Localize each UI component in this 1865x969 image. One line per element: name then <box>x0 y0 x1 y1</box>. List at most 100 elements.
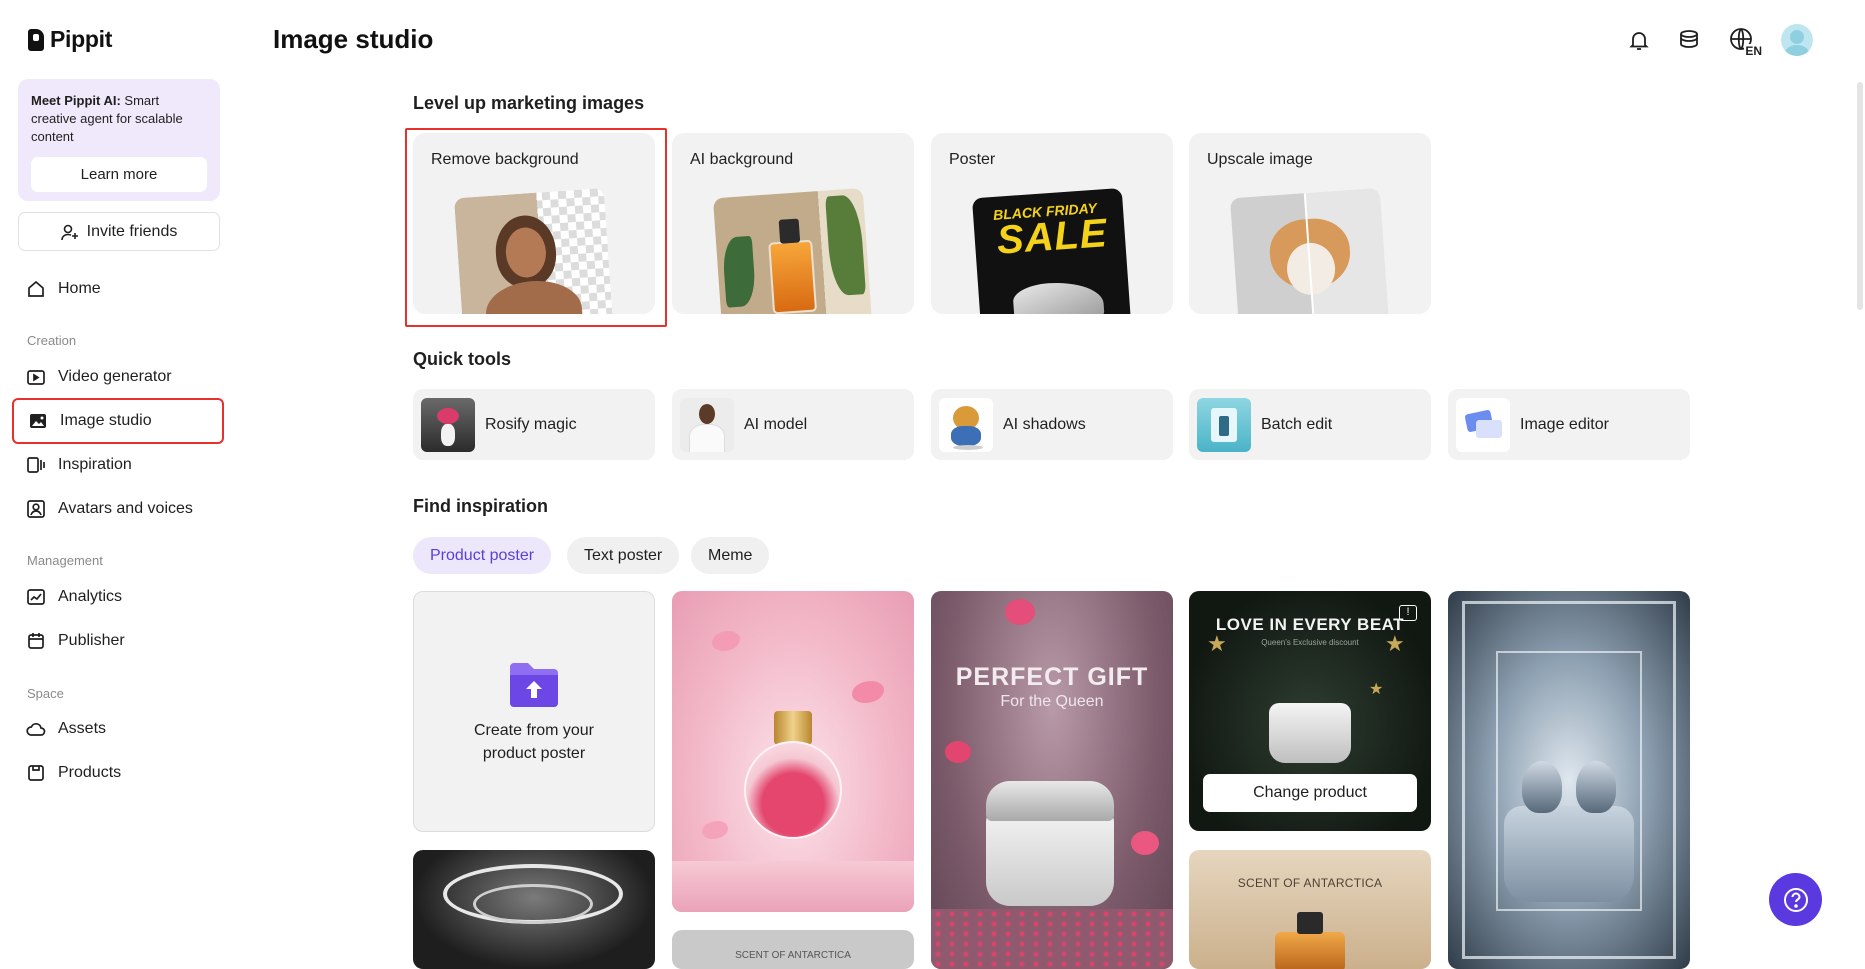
avatar-voice-icon <box>27 500 45 518</box>
earbuds-case-blue <box>1504 806 1634 902</box>
nav-label: Assets <box>58 720 107 737</box>
inspiration-tile-glass-tunnel[interactable] <box>1448 591 1690 969</box>
tool-ai-shadows[interactable]: AI shadows <box>931 389 1173 460</box>
create-from-poster-tile[interactable]: Create from your product poster <box>413 591 655 832</box>
poster-line-2: SALE <box>995 211 1109 263</box>
create-text: Create from your product poster <box>473 721 595 762</box>
header-actions: EN <box>1625 24 1813 58</box>
upscale-image-card[interactable]: Upscale image <box>1189 133 1431 314</box>
teddy-body <box>951 425 981 446</box>
ai-background-preview <box>712 187 874 314</box>
sneaker-image <box>1012 279 1105 314</box>
perfect-gift-title: PERFECT GIFT <box>955 663 1149 691</box>
notifications-button[interactable] <box>1625 26 1653 54</box>
gold-star-3: ★ <box>1369 681 1384 698</box>
invite-friends-button[interactable]: Invite friends <box>18 212 220 251</box>
image-sparkle-icon <box>30 414 46 428</box>
tool-label: Batch edit <box>1261 415 1333 433</box>
ai-shadows-thumbnail <box>939 397 993 452</box>
section-title-quick-tools: Quick tools <box>413 349 512 369</box>
earbuds-lid <box>986 781 1114 821</box>
pink-reflection <box>672 861 914 912</box>
model-head <box>699 403 715 424</box>
page-title: Image studio <box>273 24 434 54</box>
change-product-button[interactable]: Change product <box>1203 774 1417 812</box>
tool-image-editor[interactable]: Image editor <box>1448 389 1690 460</box>
earbuds-case <box>986 806 1114 906</box>
nav-label: Video generator <box>58 368 172 385</box>
rose-bouquet <box>437 407 459 424</box>
petal-floor <box>931 909 1173 969</box>
earbud-left <box>1522 761 1562 813</box>
nav-image-studio[interactable]: Image studio <box>12 398 224 444</box>
credits-button[interactable] <box>1675 26 1703 54</box>
chip-text-poster[interactable]: Text poster <box>567 537 680 574</box>
ai-background-card[interactable]: AI background <box>672 133 914 314</box>
nav-video-generator[interactable]: Video generator <box>12 356 224 398</box>
selection-highlight <box>405 128 667 327</box>
nav-label: Home <box>58 280 101 297</box>
home-icon <box>28 280 44 297</box>
nav-publisher[interactable]: Publisher <box>12 620 224 662</box>
chip-product-poster[interactable]: Product poster <box>413 537 552 574</box>
model-shirt <box>689 423 725 452</box>
user-avatar[interactable] <box>1781 24 1813 56</box>
nav-avatars-voices[interactable]: Avatars and voices <box>12 488 224 530</box>
brand-logo[interactable]: Pippit <box>28 26 112 53</box>
inspiration-tile-love-beat[interactable]: LOVE IN EVERY BEAT Queen's Exclusive dis… <box>1189 591 1431 831</box>
nav-label: Publisher <box>58 632 125 649</box>
inspiration-tile-antarctica-small[interactable]: SCENT OF ANTARCTICA <box>672 930 914 969</box>
tool-ai-model[interactable]: AI model <box>672 389 914 460</box>
tool-label: AI model <box>744 415 808 433</box>
section-label-management: Management <box>27 553 103 568</box>
section-label-creation: Creation <box>27 333 77 348</box>
perfume-cap <box>774 711 812 745</box>
tool-label: Rosify magic <box>485 415 577 433</box>
inspiration-tile-lights[interactable] <box>413 850 655 969</box>
image-editor-thumbnail <box>1456 397 1510 452</box>
rose-2 <box>945 741 971 763</box>
earbud-right <box>1576 761 1616 813</box>
question-icon <box>1783 887 1808 912</box>
nav-inspiration[interactable]: Inspiration <box>12 444 224 486</box>
gold-star-1: ★ <box>1207 631 1227 656</box>
plant-leaf-right <box>825 194 866 297</box>
petal-3 <box>702 821 728 839</box>
gold-star-2: ★ <box>1385 631 1405 656</box>
nav-assets[interactable]: Assets <box>12 708 224 750</box>
card-label: Poster <box>949 151 996 168</box>
chip-meme[interactable]: Meme <box>691 537 770 574</box>
help-button[interactable] <box>1769 873 1822 926</box>
add-user-icon <box>60 224 78 240</box>
poster-card[interactable]: Poster BLACK FRIDAY SALE <box>931 133 1173 314</box>
page-scrollbar[interactable] <box>1857 82 1863 310</box>
card-label: Upscale image <box>1207 151 1313 168</box>
nav-label: Products <box>58 764 122 781</box>
sidebar: Pippit Meet Pippit AI: Smart creative ag… <box>0 0 240 969</box>
perfume-bottle-amber <box>1275 932 1345 969</box>
nav-label: Inspiration <box>58 456 132 473</box>
cloud-icon <box>26 722 46 736</box>
tool-rosify-magic[interactable]: Rosify magic <box>413 389 655 460</box>
nav-home[interactable]: Home <box>12 268 224 310</box>
pippit-logo-icon <box>28 28 44 51</box>
antarctica-text-small: SCENT OF ANTARCTICA <box>735 950 851 961</box>
earbuds-case-small <box>1269 703 1351 763</box>
petal-1 <box>712 631 740 651</box>
inspiration-icon <box>27 457 45 473</box>
language-button[interactable]: EN <box>1725 26 1763 58</box>
light-ring-inner <box>473 884 593 924</box>
vase <box>441 423 455 446</box>
card-label: AI background <box>690 151 794 168</box>
inspiration-tile-perfect-gift[interactable]: PERFECT GIFT For the Queen <box>931 591 1173 969</box>
nav-products[interactable]: Products <box>12 752 224 794</box>
perfume-globe <box>744 741 842 839</box>
learn-more-button[interactable]: Learn more <box>31 157 207 192</box>
tool-batch-edit[interactable]: Batch edit <box>1189 389 1431 460</box>
inspiration-tile-rose-perfume[interactable] <box>672 591 914 912</box>
inspiration-tile-antarctica[interactable]: SCENT OF ANTARCTICA <box>1189 850 1431 969</box>
nav-analytics[interactable]: Analytics <box>12 576 224 618</box>
calendar-icon <box>28 633 44 649</box>
language-code: EN <box>1744 44 1763 58</box>
comment-icon[interactable]: ! <box>1399 605 1417 621</box>
